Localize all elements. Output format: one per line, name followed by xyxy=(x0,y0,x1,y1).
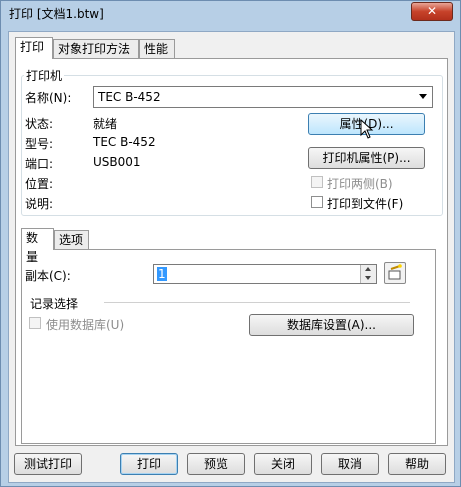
print-button[interactable]: 打印 xyxy=(120,453,178,475)
printer-name-select[interactable]: TEC B-452 xyxy=(93,86,433,108)
close-button[interactable]: 关闭 xyxy=(254,453,312,475)
subtab-quantity[interactable]: 数量 xyxy=(21,228,54,264)
record-selection-label: 记录选择 xyxy=(30,297,79,311)
help-button[interactable]: 帮助 xyxy=(388,453,446,475)
copies-spin-buttons xyxy=(360,265,376,283)
port-label: 端口: xyxy=(25,157,54,171)
type-label: 型号: xyxy=(25,137,54,151)
tab-object-print-method[interactable]: 对象打印方法 xyxy=(53,39,139,58)
quantity-panel: 副本(C): 1 记录选择 使用数据库(U) 数据库设置(A)... xyxy=(21,249,436,444)
chevron-down-icon xyxy=(419,94,427,99)
copies-value[interactable]: 1 xyxy=(157,267,167,281)
use-database-label: 使用数据库(U) xyxy=(46,318,125,332)
print-to-file-checkbox[interactable] xyxy=(311,196,323,208)
tab-print[interactable]: 打印 xyxy=(15,37,53,59)
printer-group-title: 打印机 xyxy=(24,67,65,84)
print-tab-panel: 打印机 名称(N): TEC B-452 状态: 就绪 型号: TEC B-45… xyxy=(15,58,448,446)
print-dialog: 打印 [文档1.btw] ✕ 打印 对象打印方法 性能 打印机 名称(N): T… xyxy=(0,0,461,487)
copies-options-button[interactable] xyxy=(384,262,406,284)
chevron-down-icon xyxy=(365,276,371,280)
dialog-client-area: 打印 对象打印方法 性能 打印机 名称(N): TEC B-452 状态: 就绪… xyxy=(8,31,455,483)
subtab-options[interactable]: 选项 xyxy=(54,230,89,249)
printer-properties-button[interactable]: 打印机属性(P)... xyxy=(308,147,425,169)
port-value: USB001 xyxy=(93,155,141,169)
status-label: 状态: xyxy=(25,117,54,131)
tab-performance[interactable]: 性能 xyxy=(139,39,175,58)
mouse-cursor-icon xyxy=(360,118,374,139)
test-print-button[interactable]: 测试打印 xyxy=(14,453,82,475)
close-window-button[interactable]: ✕ xyxy=(411,2,453,21)
printer-name-label: 名称(N): xyxy=(25,91,72,105)
cancel-button[interactable]: 取消 xyxy=(321,453,379,475)
use-database-checkbox[interactable] xyxy=(29,317,41,329)
comment-label: 说明: xyxy=(25,197,54,211)
database-setup-button[interactable]: 数据库设置(A)... xyxy=(249,314,414,336)
duplex-label: 打印两侧(B) xyxy=(327,177,393,191)
title-bar[interactable]: 打印 [文档1.btw] ✕ xyxy=(1,1,460,25)
printer-name-value: TEC B-452 xyxy=(98,90,161,104)
spin-down-button[interactable] xyxy=(361,274,376,283)
record-selection-divider xyxy=(104,302,410,303)
status-value: 就绪 xyxy=(93,117,118,131)
print-to-file-label: 打印到文件(F) xyxy=(327,197,404,211)
window-title: 打印 [文档1.btw] xyxy=(9,7,104,21)
copies-spinner[interactable]: 1 xyxy=(153,264,377,284)
duplex-checkbox[interactable] xyxy=(311,176,323,188)
type-value: TEC B-452 xyxy=(93,135,156,149)
copies-label: 副本(C): xyxy=(25,269,71,283)
wand-icon xyxy=(388,264,402,280)
location-label: 位置: xyxy=(25,177,54,191)
preview-button[interactable]: 预览 xyxy=(187,453,245,475)
chevron-up-icon xyxy=(365,267,371,271)
